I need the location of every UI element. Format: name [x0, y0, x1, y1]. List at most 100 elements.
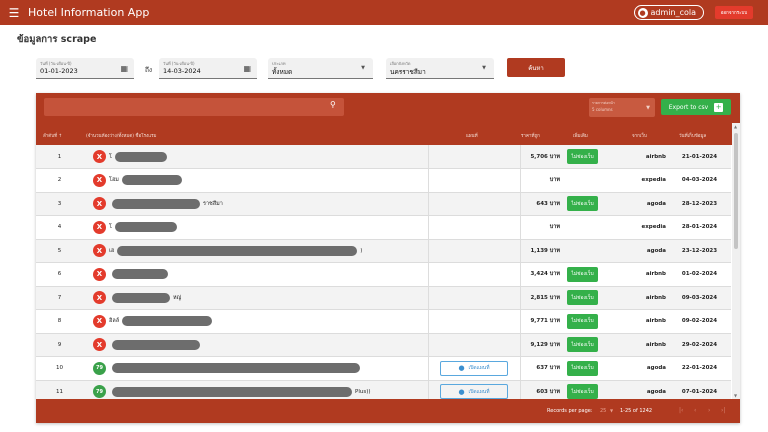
column-header-add[interactable]: เพิ่มเติม: [573, 132, 588, 139]
table-row[interactable]: 4 X โ บาท expedia 28-01-2024: [36, 215, 731, 240]
hotel-name-prefix: เฮ: [109, 247, 115, 254]
table-row[interactable]: 1 X โ 5,706 บาท ไม่ช่องเว็บ airbnb 21-01-2024: [36, 145, 731, 169]
next-page-icon[interactable]: ›: [708, 407, 710, 414]
open-map-button[interactable]: ● เปิดแผนที่: [440, 360, 508, 376]
province-value: นครราชสีมา: [390, 68, 426, 76]
more-cell: ไม่ช่องเว็บ: [564, 333, 614, 357]
user-name: admin_cola: [650, 8, 696, 17]
column-header-map[interactable]: แผนที่: [466, 132, 478, 139]
end-date-field[interactable]: วันที่ (วัน-เดือน-ปี) 14-03-2024 ▦: [159, 58, 257, 79]
table-search-input[interactable]: [44, 98, 344, 116]
calendar-icon[interactable]: ▦: [243, 64, 251, 73]
chevron-down-icon: ▼: [482, 65, 486, 71]
hotel-name-suffix: ราชสีมา: [203, 200, 223, 207]
date-cell: 22-01-2024: [668, 356, 731, 381]
logout-button[interactable]: ออกจากระบบ: [715, 6, 753, 19]
menu-icon[interactable]: ☰: [0, 6, 28, 20]
records-per-page-label: Records per page:: [547, 408, 593, 414]
table-row[interactable]: 2 X โฮม บาท expedia 04-03-2024: [36, 168, 731, 193]
unavailable-badge: X: [93, 244, 106, 258]
redacted-name: [112, 292, 170, 303]
columns-select[interactable]: รายการต่อหน้า 5 columns ▼: [589, 98, 655, 117]
sort-arrow-icon: ↑: [58, 134, 63, 139]
table-row[interactable]: 6 X 3,424 บาท ไม่ช่องเว็บ airbnb 01-02-2024: [36, 262, 731, 287]
more-info-button[interactable]: ไม่ช่องเว็บ: [567, 360, 598, 376]
source-cell: airbnb: [614, 333, 668, 357]
hotel-name-cell: X ฮิลล์: [83, 309, 429, 334]
type-select[interactable]: ประเภท ทั้งหมด ▼: [268, 58, 373, 79]
province-select[interactable]: เลือกจังหวัด นครราชสีมา ▼: [386, 58, 494, 79]
hotel-name-cell: X: [83, 333, 429, 357]
hotel-name-prefix: ฮิลล์: [109, 318, 120, 325]
search-icon[interactable]: ⚲: [330, 100, 336, 109]
column-header-index[interactable]: ลำดับที่ ↑: [43, 132, 62, 139]
more-cell: ไม่ช่องเว็บ: [564, 356, 614, 381]
table-row[interactable]: 9 X 9,129 บาท ไม่ช่องเว็บ airbnb 29-02-2024: [36, 333, 731, 357]
pagination-range: 1-25 of 1242: [620, 408, 653, 414]
calendar-icon[interactable]: ▦: [120, 64, 128, 73]
source-cell: expedia: [614, 168, 668, 193]
column-header-source[interactable]: จากเว็บ: [632, 132, 647, 139]
column-header-index-label: ลำดับที่: [43, 134, 58, 139]
vertical-scrollbar[interactable]: ▲ ▼: [732, 123, 740, 399]
hotel-name-suffix: หญ่: [173, 294, 182, 301]
unavailable-badge: X: [93, 220, 106, 234]
columns-select-label: รายการต่อหน้า: [592, 101, 615, 105]
row-index: 2: [36, 168, 83, 193]
source-cell: agoda: [614, 356, 668, 381]
availability-score-badge: 79: [93, 361, 106, 375]
more-cell: ไม่ช่องเว็บ: [564, 286, 614, 310]
date-cell: 23-12-2023: [668, 239, 731, 263]
source-cell: airbnb: [614, 145, 668, 169]
unavailable-badge: X: [93, 291, 106, 305]
more-cell: ไม่ช่องเว็บ: [564, 309, 614, 334]
source-cell: agoda: [614, 239, 668, 263]
start-date-field[interactable]: วันที่ (วัน-เดือน-ปี) 01-01-2023 ▦: [36, 58, 134, 79]
hotel-name-cell: 79: [83, 356, 429, 381]
table-row[interactable]: 3 X ราชสีมา 643 บาท ไม่ช่องเว็บ agoda 28-12-20…: [36, 192, 731, 216]
start-date-value: 01-01-2023: [40, 67, 78, 75]
more-info-button[interactable]: ไม่ช่องเว็บ: [567, 149, 598, 164]
unavailable-badge: X: [93, 338, 106, 352]
row-index: 6: [36, 262, 83, 287]
first-page-icon[interactable]: |‹: [679, 407, 683, 414]
unavailable-badge: X: [93, 314, 106, 328]
more-info-button[interactable]: ไม่ช่องเว็บ: [567, 266, 598, 282]
table-row[interactable]: 7 X หญ่ 2,815 บาท ไม่ช่องเว็บ airbnb 09-03-202…: [36, 286, 731, 310]
prev-page-icon[interactable]: ‹: [694, 407, 696, 414]
table-footer: Records per page: 25 ▼ 1-25 of 1242 |‹ ‹…: [36, 399, 740, 423]
more-cell: ไม่ช่องเว็บ: [564, 145, 614, 169]
column-header-date[interactable]: วันที่เก็บข้อมูล: [679, 132, 706, 139]
scroll-up-icon[interactable]: ▲: [734, 124, 737, 129]
table-row[interactable]: 8 X ฮิลล์ 9,771 บาท ไม่ช่องเว็บ airbnb 09-02-2…: [36, 309, 731, 334]
redacted-name: [121, 175, 182, 186]
records-per-page-select[interactable]: 25: [600, 408, 606, 414]
more-info-button[interactable]: ไม่ช่องเว็บ: [567, 337, 598, 353]
scroll-thumb[interactable]: [734, 133, 738, 249]
last-page-icon[interactable]: ›|: [721, 407, 725, 414]
date-cell: 04-03-2024: [668, 168, 731, 193]
more-info-button[interactable]: ไม่ช่องเว็บ: [567, 196, 598, 212]
unavailable-badge: X: [93, 267, 106, 281]
redacted-name: [112, 269, 168, 280]
export-csv-button[interactable]: Export to csv +: [661, 99, 731, 115]
redacted-name: [112, 339, 200, 350]
more-info-button[interactable]: ไม่ช่องเว็บ: [567, 384, 598, 400]
column-header-price[interactable]: ราคาที่ถูก: [521, 132, 540, 139]
open-map-button[interactable]: ● เปิดแผนที่: [440, 384, 508, 400]
user-menu[interactable]: ● admin_cola: [633, 5, 704, 20]
map-pin-icon: ●: [458, 387, 465, 396]
map-cell: [428, 192, 521, 216]
price-cell: 1,139 บาท: [520, 239, 564, 263]
hotel-name-prefix: โฮม: [109, 177, 119, 184]
more-cell: [564, 215, 614, 240]
column-header-name[interactable]: (จำนวนห้องว่าง/ทั้งหมด) ชื่อโรงแรม: [86, 132, 157, 139]
table-row[interactable]: 5 X เฮ) 1,139 บาท agoda 23-12-2023: [36, 239, 731, 263]
scroll-down-icon[interactable]: ▼: [734, 393, 737, 398]
search-button[interactable]: ค้นหา: [507, 58, 565, 77]
table-header: ลำดับที่ ↑ (จำนวนห้องว่าง/ทั้งหมด) ชื่อโ…: [36, 123, 740, 145]
chevron-down-icon: ▼: [646, 105, 650, 111]
more-info-button[interactable]: ไม่ช่องเว็บ: [567, 313, 598, 329]
more-info-button[interactable]: ไม่ช่องเว็บ: [567, 290, 598, 306]
table-row[interactable]: 10 79 ● เปิดแผนที่ 637 บาท ไม่ช่องเว็บ agoda 22…: [36, 356, 731, 381]
